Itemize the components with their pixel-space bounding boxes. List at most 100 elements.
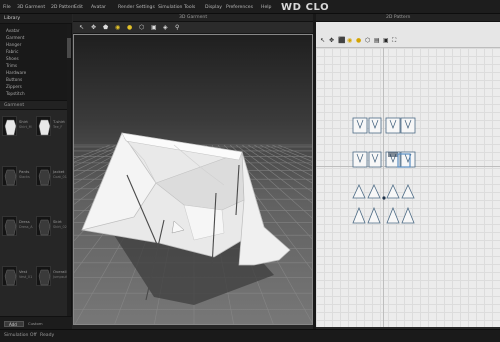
library-garment-item[interactable]: T-shirt Tee_F: [36, 116, 66, 140]
pattern-panel-title: 2D Pattern: [386, 15, 411, 20]
library-list-item[interactable]: Hardware: [6, 70, 26, 75]
garment-label: Jacket: [53, 169, 65, 174]
library-scrollbar[interactable]: [67, 24, 71, 324]
3d-viewport[interactable]: [73, 34, 313, 325]
pattern-piece: [352, 151, 368, 168]
viewport-tool-icon[interactable]: ●: [127, 25, 132, 31]
pattern-canvas[interactable]: [316, 48, 500, 327]
library-list-item[interactable]: Shoes: [6, 56, 19, 61]
3d-scene[interactable]: [74, 35, 313, 325]
library-list-item[interactable]: Trims: [6, 63, 17, 68]
library-list-item[interactable]: Avatar: [6, 28, 20, 33]
menu-item[interactable]: Preferences: [226, 5, 253, 10]
add-button[interactable]: Add: [4, 321, 24, 327]
pattern-tool-icon[interactable]: ✥: [329, 38, 334, 44]
pattern-toolbar: ↖ ✥ ⬛ ◉ ● ⬡ ▤ ▣ ⛶: [316, 22, 500, 48]
library-list-item[interactable]: Garment: [6, 35, 24, 40]
library-list-item[interactable]: Topstitch: [6, 91, 25, 96]
library-list-item[interactable]: Buttons: [6, 77, 22, 82]
garment-label: Pants: [19, 169, 30, 174]
viewport-tool-icon[interactable]: ↖: [79, 25, 84, 31]
status-text: Simulation Off: [4, 333, 37, 338]
pattern-piece: [386, 206, 400, 224]
menu-item[interactable]: Tools: [184, 5, 195, 10]
viewport-tool-icon[interactable]: ⬡: [139, 25, 144, 31]
pattern-tool-icon[interactable]: ◉: [347, 38, 352, 44]
garment-thumbnail: [36, 216, 51, 236]
library-garment-item[interactable]: Vest Vest_01: [2, 266, 32, 290]
pattern-piece: [352, 184, 366, 199]
viewport-tool-icon[interactable]: ▣: [151, 25, 157, 31]
menu-item[interactable]: Render: [118, 5, 134, 10]
library-tabs[interactable]: Library: [0, 14, 72, 24]
viewport-tool-icon[interactable]: ◉: [115, 25, 120, 31]
pattern-tool-icon[interactable]: ▤: [374, 38, 380, 44]
garment-label: Skirt: [53, 219, 62, 224]
garment-thumbnail: [2, 266, 17, 286]
library-garment-item[interactable]: Pants Slacks: [2, 166, 32, 190]
pattern-tool-icon[interactable]: ⬛: [338, 38, 345, 44]
garment-label: Vest: [19, 269, 28, 274]
menu-item[interactable]: Settings: [136, 5, 155, 10]
garment-thumbnail: [2, 166, 17, 186]
garment-thumbnail: [2, 216, 17, 236]
garment-sublabel: Vest_01: [19, 275, 33, 279]
menu-item[interactable]: Simulation: [158, 5, 182, 10]
library-list-item[interactable]: Zippers: [6, 84, 22, 89]
library-list-item[interactable]: Fabric: [6, 49, 18, 54]
garment-sublabel: Coat_01: [53, 175, 67, 179]
garment-thumbnail: [36, 166, 51, 186]
library-tree-list: Avatar Garment Hanger Fabric Shoes Trims Hardw…: [0, 24, 68, 100]
library-list-item[interactable]: Hanger: [6, 42, 21, 47]
library-scroll-thumb[interactable]: [67, 38, 71, 58]
pattern-tool-icon[interactable]: ⬡: [365, 38, 370, 44]
viewport-title: 3D Garment: [179, 15, 208, 20]
garment-label: Dress: [19, 219, 30, 224]
menu-item[interactable]: Display: [205, 5, 222, 10]
garment-thumbnail: [36, 116, 51, 136]
menu-item[interactable]: File: [3, 5, 11, 10]
viewport-tool-icon[interactable]: ✥: [91, 25, 96, 31]
library-garment-item[interactable]: Shirt Shirt_M: [2, 116, 32, 140]
garment-sublabel: Tee_F: [53, 125, 63, 129]
garment-thumbnail: [2, 116, 17, 136]
viewport-toolbar: ↖ ✥ ⬟ ◉ ● ⬡ ▣ ◈ ⚲: [73, 22, 313, 34]
menu-item[interactable]: Help: [261, 5, 271, 10]
pattern-piece: [352, 117, 368, 134]
library-section-header[interactable]: Garment: [0, 100, 68, 110]
pattern-tool-icon[interactable]: ●: [356, 38, 361, 44]
garment-label: Shirt: [19, 119, 28, 124]
garment-sublabel: Shirt_M: [19, 125, 32, 129]
viewport-tool-icon[interactable]: ⬟: [103, 25, 108, 31]
menu-item[interactable]: 3D Garment: [17, 5, 45, 10]
library-footer-label: Custom: [28, 321, 43, 326]
menu-item[interactable]: 2D Pattern: [51, 5, 75, 10]
garment-sublabel: Jumpsuit: [53, 275, 68, 279]
library-garment-item[interactable]: Overall Jumpsuit: [36, 266, 68, 290]
app-brand: WD CLO: [281, 2, 330, 13]
library-garment-item[interactable]: Jacket Coat_01: [36, 166, 67, 190]
pattern-tool-icon[interactable]: ▣: [383, 38, 389, 44]
viewport-header: 3D Garment: [73, 14, 313, 22]
pattern-tool-icon[interactable]: ↖: [320, 38, 325, 44]
pattern-piece: [368, 151, 382, 168]
pattern-piece: [352, 206, 366, 224]
garment-sublabel: Slacks: [19, 175, 30, 179]
library-tab-label[interactable]: Library: [4, 16, 20, 22]
pattern-piece: [367, 206, 381, 224]
pattern-tool-icon[interactable]: ⛶: [392, 38, 396, 44]
viewport-tool-icon[interactable]: ◈: [163, 25, 168, 31]
garment-label: Overall: [53, 269, 67, 274]
add-button-label: Add: [9, 321, 17, 327]
library-garment-item[interactable]: Skirt Skirt_02: [36, 216, 67, 240]
menu-item[interactable]: Edit: [74, 5, 83, 10]
library-garment-item[interactable]: Dress Dress_A: [2, 216, 33, 240]
status-bar: Simulation Off Ready: [0, 329, 500, 342]
menu-item[interactable]: Avatar: [91, 5, 106, 10]
library-panel: Library Avatar Garment Hanger Fabric Shoes Tr…: [0, 14, 72, 329]
viewport-tool-icon[interactable]: ⚲: [175, 25, 179, 31]
library-grid: Shirt Shirt_M T-shirt Tee_F Pants Slacks Jacke…: [0, 110, 68, 316]
pattern-piece: [401, 206, 415, 224]
pattern-pieces[interactable]: [316, 48, 500, 327]
garment-label: T-shirt: [53, 119, 65, 124]
